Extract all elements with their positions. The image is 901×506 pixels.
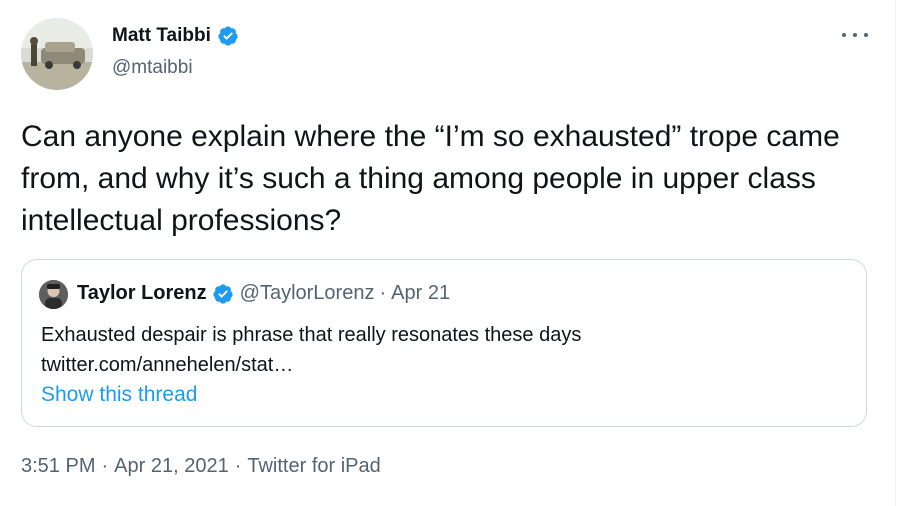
tweet-footer: 3:51 PM · Apr 21, 2021 · Twitter for iPa…	[21, 455, 381, 478]
author-avatar[interactable]	[21, 18, 93, 90]
quoted-author-name[interactable]: Taylor Lorenz	[77, 282, 207, 305]
tweet-text: Can anyone explain where the “I’m so exh…	[21, 120, 840, 237]
tweet-time[interactable]: 3:51 PM	[21, 455, 95, 478]
quoted-author-handle[interactable]: @TaylorLorenz	[240, 282, 375, 305]
avatar-photo-icon	[21, 18, 93, 90]
quoted-tweet-text: Exhausted despair is phrase that really …	[41, 320, 841, 380]
footer-separator: ·	[101, 455, 109, 477]
more-options-icon[interactable]	[842, 24, 868, 46]
author-handle[interactable]: @mtaibbi	[112, 57, 193, 79]
tweet-date[interactable]: Apr 21, 2021	[114, 455, 229, 478]
author-name[interactable]: Matt Taibbi	[112, 25, 211, 47]
tweet-source[interactable]: Twitter for iPad	[247, 455, 380, 478]
quoted-text-line: Exhausted despair is phrase that really …	[41, 324, 582, 346]
quoted-tweet[interactable]: Taylor Lorenz @TaylorLorenz · Apr 21 Exh…	[21, 259, 867, 427]
show-thread-link[interactable]: Show this thread	[41, 383, 197, 407]
quoted-author-avatar[interactable]	[39, 280, 68, 309]
verified-badge-icon	[218, 26, 238, 46]
timeline-border	[895, 0, 896, 506]
meta-separator: ·	[379, 282, 387, 304]
quoted-tweet-date[interactable]: Apr 21	[391, 282, 450, 305]
verified-badge-icon	[213, 283, 233, 304]
footer-separator: ·	[234, 455, 242, 477]
quoted-text-link: twitter.com/annehelen/stat…	[41, 354, 294, 376]
quoted-avatar-photo-icon	[39, 280, 68, 309]
